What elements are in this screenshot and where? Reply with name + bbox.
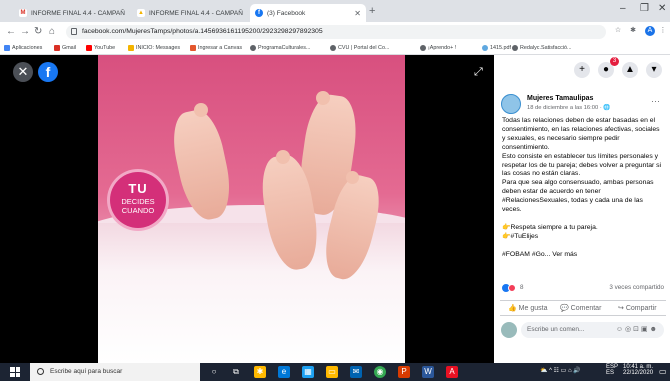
facebook-icon: f <box>255 9 263 17</box>
bookmark-messages[interactable]: INICIO: Messages <box>128 45 180 51</box>
share-icon: ↪ <box>618 305 626 312</box>
badge-line1: TU <box>128 181 148 196</box>
minimize-button[interactable]: – <box>620 3 626 14</box>
search-icon <box>37 368 44 375</box>
store-icon[interactable]: ▦ <box>302 366 314 378</box>
user-avatar[interactable] <box>501 322 517 338</box>
post-stats: 8 3 veces compartido <box>502 284 664 294</box>
post-actions: 👍 Me gusta 💬 Comentar ↪ Compartir <box>500 300 666 316</box>
close-tab-icon[interactable]: ✕ <box>243 9 248 18</box>
powerpoint-icon[interactable]: P <box>398 366 410 378</box>
url-text: facebook.com/MujeresTamps/photos/a.14569… <box>82 28 323 35</box>
mail-icon[interactable]: ✉ <box>350 366 362 378</box>
notification-badge: 3 <box>610 57 619 66</box>
comment-input[interactable]: Escribe un comen... ☺◎⊡▣☻ <box>521 322 664 338</box>
language-indicator[interactable]: ESP ES <box>606 364 618 376</box>
like-icon: 👍 <box>508 305 519 312</box>
reaction-count[interactable]: 8 <box>520 284 524 291</box>
bookmark-canvas[interactable]: Ingresar a Canvas <box>190 45 242 51</box>
tab-label: INFORME FINAL 4.4 - CAMPAÑ <box>31 9 125 17</box>
comment-icon: 💬 <box>560 305 571 312</box>
tab-drive-informe[interactable]: ▲ INFORME FINAL 4.4 - CAMPAÑ ✕ <box>132 4 248 22</box>
back-icon[interactable]: ← <box>6 26 16 37</box>
profile-avatar[interactable]: A <box>645 26 655 36</box>
bookmark-redalyc[interactable]: Redalyc.Satisfacció... <box>512 45 572 51</box>
windows-start-icon[interactable] <box>10 367 20 377</box>
task-view-icon[interactable]: ⧉ <box>230 366 242 378</box>
tab-label: INFORME FINAL 4.4 - CAMPAÑ <box>149 9 243 17</box>
facebook-logo-icon[interactable]: f <box>38 62 58 82</box>
post-hashtags[interactable]: #FOBAM #Go... Ver más <box>502 251 664 260</box>
close-viewer-button[interactable]: ✕ <box>13 62 33 82</box>
extensions-icon[interactable]: ✱ <box>628 26 638 36</box>
post-bullet: 👉#TuElijes <box>502 232 539 240</box>
tu-decides-badge: TU DECIDES CUANDO <box>110 172 166 228</box>
like-button[interactable]: 👍 Me gusta <box>508 304 547 312</box>
share-button[interactable]: ↪ Compartir <box>618 304 657 312</box>
clock[interactable]: 10:41 a. m. 22/12/2020 <box>623 364 653 376</box>
post-paragraph: Todas las relaciones deben de estar basa… <box>502 117 660 151</box>
close-tab-icon[interactable]: ✕ <box>125 9 130 18</box>
comment-button[interactable]: 💬 Comentar <box>560 304 601 312</box>
close-tab-icon[interactable]: ✕ <box>350 9 361 18</box>
post-paragraph: Para que sea algo consensuado, ambas per… <box>502 179 654 214</box>
bookmarks-bar: Aplicaciones Gmail YouTube INICIO: Messa… <box>0 42 670 55</box>
page-avatar[interactable] <box>501 94 521 114</box>
badge-line3: CUANDO <box>121 206 155 215</box>
home-icon[interactable]: ⌂ <box>49 26 55 37</box>
tab-facebook[interactable]: f (3) Facebook ✕ <box>250 4 366 22</box>
more-options-icon[interactable]: ··· <box>651 96 660 106</box>
gmail-icon: M <box>19 9 27 17</box>
account-menu-icon[interactable]: ▾ <box>646 62 662 78</box>
badge-line2: DECIDES <box>121 197 155 206</box>
tab-bar: M INFORME FINAL 4.4 - CAMPAÑ ✕ ▲ INFORME… <box>0 0 670 22</box>
maximize-button[interactable]: ❐ <box>640 3 649 14</box>
notification-center-icon[interactable]: ▭ <box>659 367 667 376</box>
bookmark-apps[interactable]: Aplicaciones <box>4 45 42 51</box>
bookmark-programas[interactable]: ProgramaCulturales... <box>250 45 310 51</box>
chrome-icon[interactable]: ◉ <box>374 366 386 378</box>
word-icon[interactable]: W <box>422 366 434 378</box>
bookmark-gmail[interactable]: Gmail <box>54 45 76 51</box>
taskbar-search[interactable]: Escribe aquí para buscar <box>30 363 200 381</box>
explorer-icon[interactable]: ▭ <box>326 366 338 378</box>
bookmark-cvu[interactable]: CVU | Portal del Co... <box>330 45 389 51</box>
share-count[interactable]: 3 veces compartido <box>609 284 664 291</box>
bell-icon[interactable]: ▲ <box>622 62 638 78</box>
edge-icon[interactable]: e <box>278 366 290 378</box>
post-paragraph: Esto consiste en establecer tus límites … <box>502 152 662 178</box>
globe-icon: 🌐 <box>603 105 611 111</box>
app-icon[interactable]: ✱ <box>254 366 266 378</box>
url-field[interactable]: facebook.com/MujeresTamps/photos/a.14569… <box>66 25 606 39</box>
create-plus-icon[interactable]: + <box>574 62 590 78</box>
tab-label: (3) Facebook <box>267 9 306 17</box>
bookmark-pdf[interactable]: 1415.pdf <box>482 45 511 51</box>
menu-icon[interactable]: ⋮ <box>658 26 668 36</box>
reload-icon[interactable]: ↻ <box>34 26 42 37</box>
lock-icon <box>71 28 77 35</box>
tab-gmail-informe[interactable]: M INFORME FINAL 4.4 - CAMPAÑ ✕ <box>14 4 130 22</box>
page-name[interactable]: Mujeres Tamaulipas <box>527 95 593 102</box>
love-reaction-icon <box>508 284 516 292</box>
close-window-button[interactable]: ✕ <box>658 3 666 14</box>
acrobat-icon[interactable]: A <box>446 366 458 378</box>
forward-icon[interactable]: → <box>20 26 30 37</box>
star-icon[interactable]: ☆ <box>613 26 623 36</box>
cortana-icon[interactable]: ○ <box>208 366 220 378</box>
foot-image <box>167 106 237 224</box>
bookmark-youtube[interactable]: YouTube <box>86 45 115 51</box>
post-date[interactable]: 18 de diciembre a las 16:00 · 🌐 <box>527 105 611 111</box>
post-text: Todas las relaciones deben de estar basa… <box>502 117 664 260</box>
fullscreen-icon[interactable]: ⤢ <box>474 66 483 79</box>
new-tab-button[interactable]: + <box>369 5 375 17</box>
comment-tool-icons[interactable]: ☺◎⊡▣☻ <box>616 322 659 338</box>
post-bullet: 👉Respeta siempre a tu pareja. <box>502 223 598 231</box>
drive-icon: ▲ <box>137 9 145 17</box>
system-tray-icons[interactable]: ⛅ ^ ☷ ▭ ⌂ 🔊 <box>540 367 581 374</box>
address-bar-row: ← → ↻ ⌂ facebook.com/MujeresTamps/photos… <box>0 22 670 42</box>
bookmark-aprendo[interactable]: ¡Aprendo+ ! <box>420 45 456 51</box>
